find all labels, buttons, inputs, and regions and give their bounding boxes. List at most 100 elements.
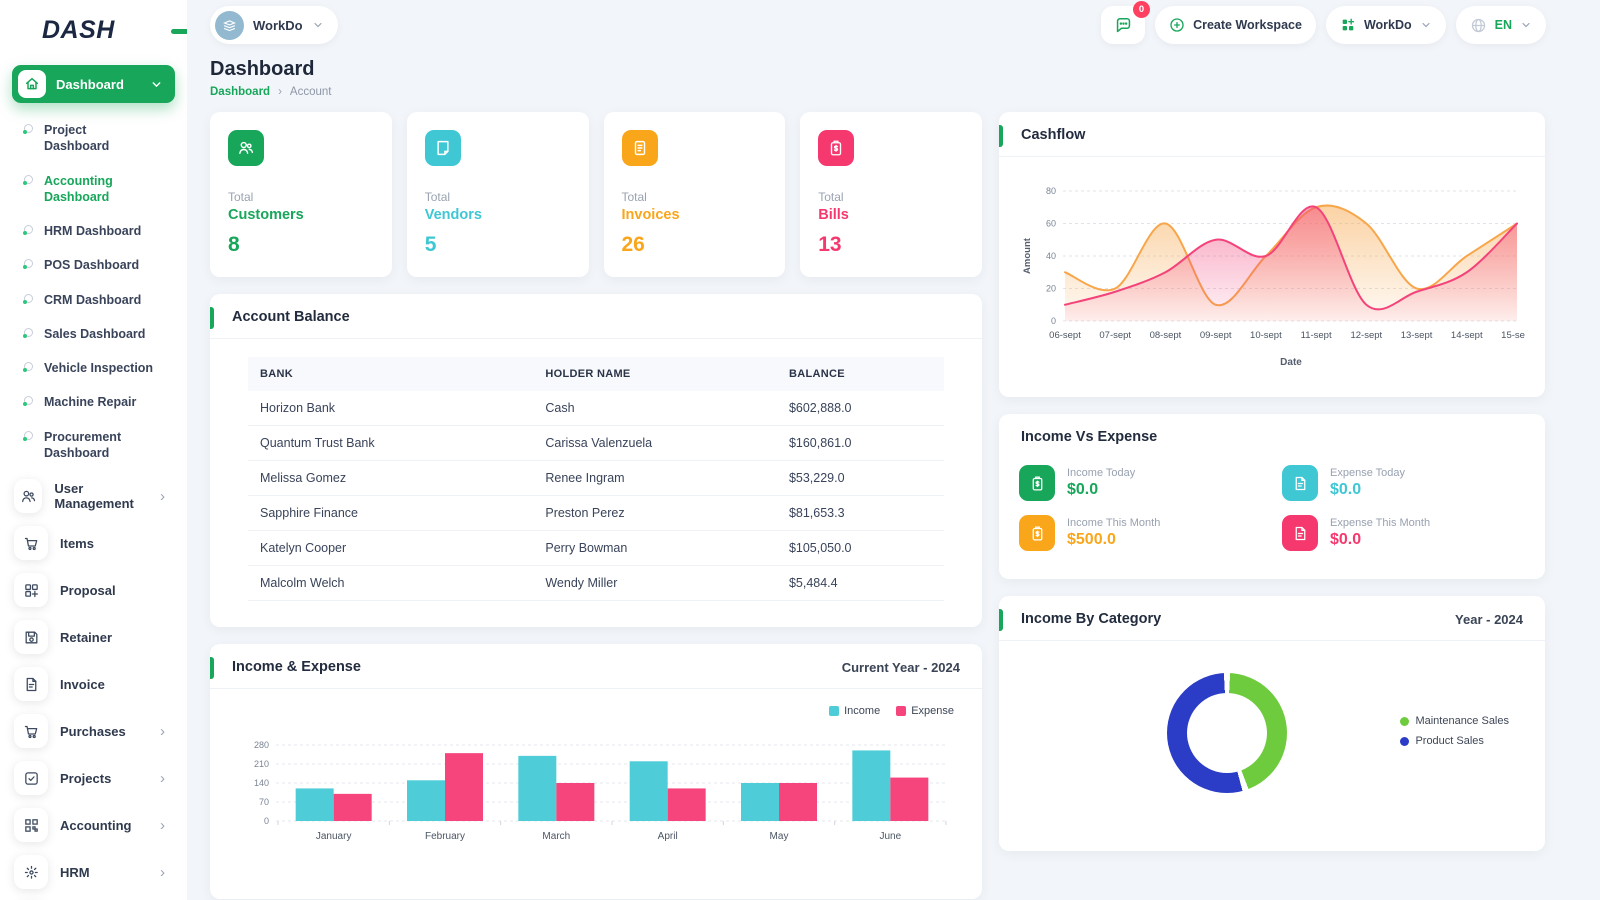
svg-text:280: 280 (254, 740, 269, 750)
sidebar-item-label: Invoice (60, 677, 105, 692)
workspace-menu-button[interactable]: WorkDo (1326, 6, 1446, 44)
breadcrumb: Dashboard › Account (210, 86, 1600, 98)
svg-text:210: 210 (254, 759, 269, 769)
sidebar-item-retainer[interactable]: Retainer (0, 616, 187, 658)
sidebar-item-purchases[interactable]: Purchases › (0, 710, 187, 752)
donut-legend: Maintenance Sales Product Sales (1400, 715, 1509, 747)
legend-swatch (1400, 717, 1409, 726)
svg-text:70: 70 (259, 797, 269, 807)
sidebar-item-label: Accounting (60, 818, 132, 833)
topbar-actions: 0 Create Workspace WorkDo EN (1101, 6, 1546, 44)
svg-text:06-sept: 06-sept (1049, 330, 1081, 341)
svg-text:09-sept: 09-sept (1200, 330, 1232, 341)
sidebar-item-proposal[interactable]: Proposal (0, 569, 187, 611)
sidebar-item-invoice[interactable]: Invoice (0, 663, 187, 705)
svg-text:14-sept: 14-sept (1451, 330, 1483, 341)
bullet-icon (24, 294, 33, 303)
cashflow-header: Cashflow (999, 112, 1545, 157)
create-workspace-button[interactable]: Create Workspace (1155, 6, 1316, 44)
svg-text:0: 0 (264, 816, 269, 826)
sidebar-item-project-dashboard[interactable]: Project Dashboard (0, 113, 187, 164)
table-cell: Preston Perez (533, 496, 777, 531)
sidebar-item-hrm-dashboard[interactable]: HRM Dashboard (0, 214, 187, 248)
legend-item-income[interactable]: Income (829, 705, 880, 717)
table-row: Sapphire FinancePreston Perez$81,653.3 (248, 496, 944, 531)
sidebar-item-dashboard[interactable]: Dashboard (12, 65, 175, 103)
svg-text:15-sept: 15-sept (1501, 330, 1525, 341)
sidebar-item-crm-dashboard[interactable]: CRM Dashboard (0, 283, 187, 317)
sidebar-item-sales-dashboard[interactable]: Sales Dashboard (0, 317, 187, 351)
right-column: Cashflow 80604020006-sept07-sept08-sept0… (999, 112, 1545, 851)
cart-icon (14, 526, 48, 560)
table-cell: Katelyn Cooper (248, 531, 533, 566)
svg-text:April: April (658, 831, 678, 842)
app-root: DASH Dashboard Project DashboardAccounti… (0, 0, 1600, 900)
stats-row: Total Customers 8 Total Vendors 5 (210, 112, 982, 277)
legend-label: Product Sales (1415, 735, 1483, 747)
svg-text:140: 140 (254, 778, 269, 788)
sidebar-item-label: User Management (54, 481, 148, 511)
legend-item-product-sales[interactable]: Product Sales (1400, 735, 1509, 747)
sidebar-item-machine-repair[interactable]: Machine Repair (0, 385, 187, 419)
table-cell: Horizon Bank (248, 391, 533, 426)
sidebar-item-hrm[interactable]: HRM › (0, 851, 187, 893)
expense-today-item: Expense Today $0.0 (1282, 465, 1525, 501)
card-title: Cashflow (1021, 127, 1085, 143)
bill-icon (1019, 465, 1055, 501)
account-balance-card: Account Balance BANKHOLDER NAMEBALANCE H… (210, 294, 982, 627)
sidebar-nav: Project DashboardAccounting DashboardHRM… (0, 113, 187, 900)
page-head: Dashboard Dashboard › Account (210, 58, 1600, 98)
chevron-right-icon: › (160, 865, 165, 880)
legend-swatch (1400, 737, 1409, 746)
chevron-right-icon: › (160, 771, 165, 786)
cashflow-area-chart: 80604020006-sept07-sept08-sept09-sept10-… (1019, 175, 1525, 380)
cashflow-card: Cashflow 80604020006-sept07-sept08-sept0… (999, 112, 1545, 397)
save-icon (14, 620, 48, 654)
card-title: Income By Category (1021, 611, 1161, 627)
bullet-icon (24, 175, 33, 184)
card-subtitle: Current Year - 2024 (842, 660, 960, 675)
stat-card-customers: Total Customers 8 (210, 112, 392, 277)
sidebar-item-label: Vehicle Inspection (44, 360, 153, 376)
table-row: Malcolm WelchWendy Miller$5,484.4 (248, 566, 944, 601)
sidebar-item-label: Procurement Dashboard (44, 429, 154, 462)
income-by-category-header: Income By Category Year - 2024 (999, 596, 1545, 641)
sidebar-item-user-management[interactable]: User Management› (0, 475, 187, 517)
home-icon (18, 70, 46, 98)
sidebar-item-procurement-dashboard[interactable]: Procurement Dashboard (0, 420, 187, 471)
messages-badge: 0 (1133, 1, 1150, 18)
target-icon (14, 855, 48, 889)
chevron-right-icon: › (160, 724, 165, 739)
sidebar-item-accounting[interactable]: Accounting› (0, 804, 187, 846)
workspace-switcher[interactable]: WorkDo (210, 6, 338, 44)
legend-swatch (896, 706, 906, 716)
sidebar-item-label: HRM (60, 865, 90, 880)
bill-icon (818, 130, 854, 166)
table-cell: Quantum Trust Bank (248, 426, 533, 461)
sidebar-item-label: Purchases (60, 724, 126, 739)
checkbox-icon (14, 761, 48, 795)
bill-icon (1019, 515, 1055, 551)
sidebar-item-projects[interactable]: Projects› (0, 757, 187, 799)
sidebar-item-vehicle-inspection[interactable]: Vehicle Inspection (0, 351, 187, 385)
legend-item-maintenance-sales[interactable]: Maintenance Sales (1400, 715, 1509, 727)
income-by-category-donut-chart (1167, 673, 1287, 793)
bullet-icon (24, 362, 33, 371)
legend-item-expense[interactable]: Expense (896, 705, 954, 717)
svg-text:40: 40 (1046, 251, 1056, 261)
qr-icon (14, 808, 48, 842)
table-cell: Renee Ingram (533, 461, 777, 496)
sidebar-item-accounting-dashboard[interactable]: Accounting Dashboard (0, 164, 187, 215)
legend-label: Income (844, 705, 880, 717)
file-icon (14, 667, 48, 701)
messages-button[interactable]: 0 (1101, 6, 1145, 44)
brand-text: DASH (42, 16, 115, 44)
brand-logo[interactable]: DASH (42, 16, 187, 45)
svg-text:07-sept: 07-sept (1099, 330, 1131, 341)
bullet-icon (24, 328, 33, 337)
sidebar-item-pos-dashboard[interactable]: POS Dashboard (0, 248, 187, 282)
breadcrumb-dashboard-link[interactable]: Dashboard (210, 86, 270, 98)
sidebar-item-items[interactable]: Items (0, 522, 187, 564)
language-selector[interactable]: EN (1456, 6, 1546, 44)
table-cell: $5,484.4 (777, 566, 944, 601)
